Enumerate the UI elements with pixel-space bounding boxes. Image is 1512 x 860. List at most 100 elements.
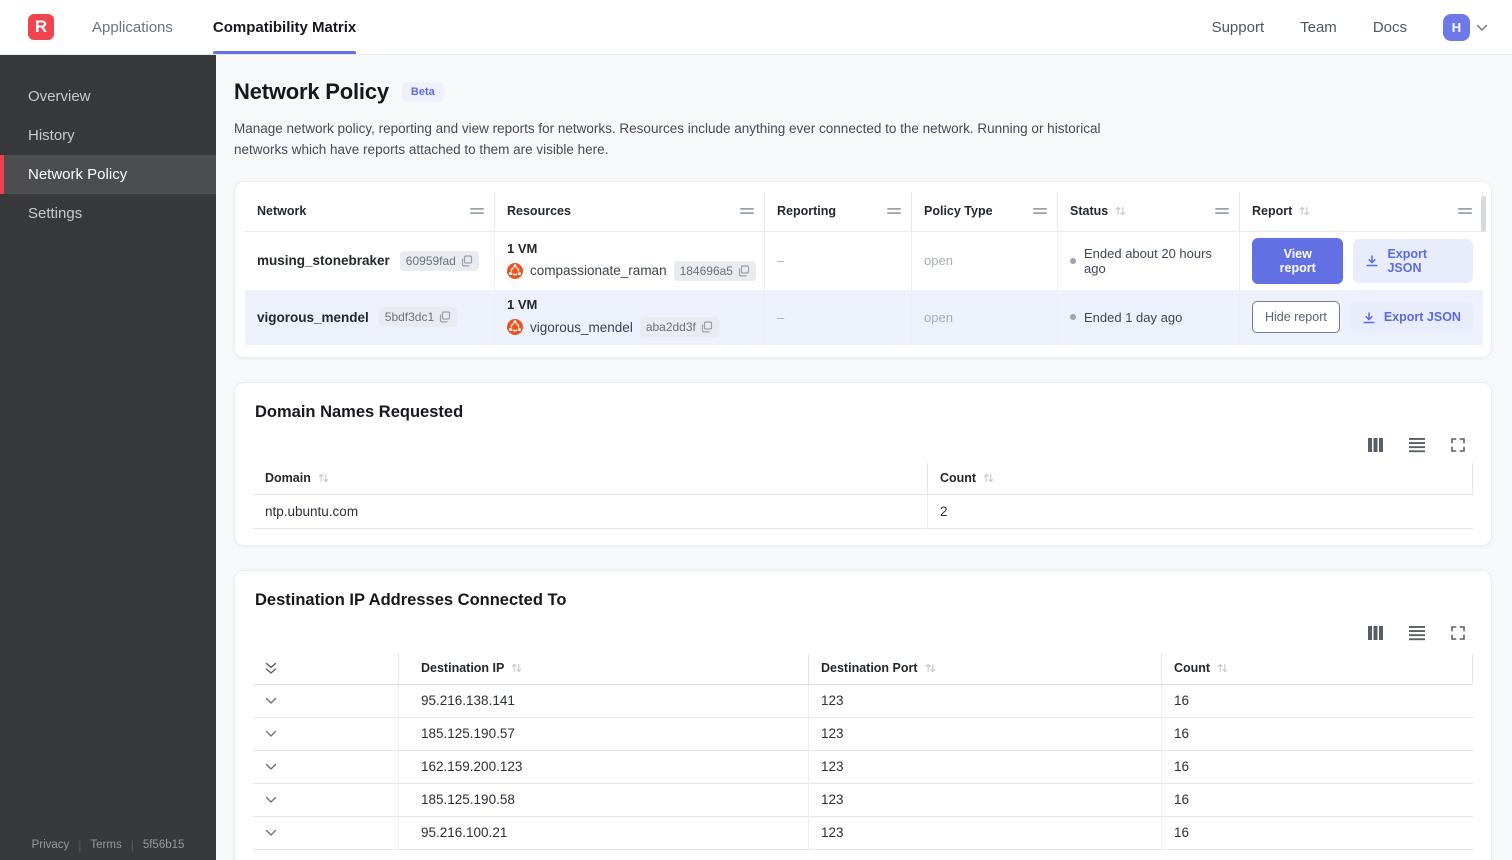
nav-link-team[interactable]: Team xyxy=(1300,19,1337,36)
row-expand-toggle[interactable] xyxy=(253,783,399,817)
network-name-cell: musing_stonebraker 60959fad xyxy=(245,231,495,290)
density-icon[interactable] xyxy=(1409,625,1425,641)
column-header-network[interactable]: Network xyxy=(245,191,495,232)
row-expand-toggle[interactable] xyxy=(253,750,399,784)
destination-ip-cell: 185.125.190.57 xyxy=(399,717,809,751)
column-header-destination-ip[interactable]: Destination IP xyxy=(399,652,809,685)
copy-icon[interactable] xyxy=(439,311,451,323)
download-icon xyxy=(1365,254,1379,267)
destinations-card: Destination IP Addresses Connected To De… xyxy=(234,569,1492,860)
report-cell: Hide report Export JSON xyxy=(1240,289,1483,345)
column-menu-icon[interactable] xyxy=(1215,207,1229,215)
sidebar-item-network-policy[interactable]: Network Policy xyxy=(0,155,216,194)
destination-ip-cell: 162.159.200.123 xyxy=(399,750,809,784)
terms-link[interactable]: Terms xyxy=(90,839,121,851)
avatar: H xyxy=(1443,13,1470,41)
sort-icon[interactable] xyxy=(1299,205,1310,217)
copy-icon[interactable] xyxy=(738,265,750,277)
expand-all-header[interactable] xyxy=(253,652,399,685)
status-cell: Ended 1 day ago xyxy=(1058,289,1240,345)
domains-card: Domain Names Requested Domain Count ntp.… xyxy=(234,381,1492,546)
reporting-cell: – xyxy=(765,231,912,290)
row-expand-toggle[interactable] xyxy=(253,717,399,751)
status-dot xyxy=(1070,257,1076,264)
sort-icon[interactable] xyxy=(925,662,936,674)
copy-icon[interactable] xyxy=(461,255,473,267)
nav-link-docs[interactable]: Docs xyxy=(1373,19,1407,36)
domains-table: Domain Count ntp.ubuntu.com 2 xyxy=(253,462,1473,529)
sort-icon[interactable] xyxy=(983,472,994,484)
column-header-reporting[interactable]: Reporting xyxy=(765,191,912,232)
user-menu[interactable]: H xyxy=(1443,13,1488,41)
network-hash-pill[interactable]: 60959fad xyxy=(399,250,479,271)
view-report-button[interactable]: View report xyxy=(1252,237,1344,284)
page-description: Manage network policy, reporting and vie… xyxy=(234,121,1101,157)
sidebar-item-settings[interactable]: Settings xyxy=(0,194,216,233)
density-icon[interactable] xyxy=(1409,437,1425,453)
row-expand-toggle[interactable] xyxy=(253,684,399,718)
column-menu-icon[interactable] xyxy=(470,207,484,215)
fullscreen-icon[interactable] xyxy=(1451,438,1465,453)
sort-icon[interactable] xyxy=(511,662,522,674)
column-menu-icon[interactable] xyxy=(1458,207,1472,215)
domains-toolbar xyxy=(253,437,1473,453)
column-header-status[interactable]: Status xyxy=(1058,191,1240,232)
main-content: Network Policy Beta Manage network polic… xyxy=(216,55,1512,860)
expand-all-icon[interactable] xyxy=(265,662,277,675)
export-json-button[interactable]: Export JSON xyxy=(1349,302,1473,333)
tab-compatibility-matrix[interactable]: Compatibility Matrix xyxy=(212,0,357,54)
policy-type-cell: open xyxy=(912,289,1058,345)
sidebar-item-overview[interactable]: Overview xyxy=(0,77,216,116)
column-header-policy-type[interactable]: Policy Type xyxy=(912,191,1058,232)
download-icon xyxy=(1362,311,1376,324)
nav-link-support[interactable]: Support xyxy=(1212,19,1265,36)
columns-icon[interactable] xyxy=(1368,438,1383,453)
hide-report-button[interactable]: Hide report xyxy=(1252,301,1340,334)
count-cell: 16 xyxy=(1162,751,1473,784)
privacy-link[interactable]: Privacy xyxy=(32,839,70,851)
column-menu-icon[interactable] xyxy=(740,207,754,215)
resource-hash-pill[interactable]: aba2dd3f xyxy=(639,317,719,338)
reporting-cell: – xyxy=(765,289,912,345)
sort-icon[interactable] xyxy=(1217,662,1228,674)
footer-divider: | xyxy=(130,838,134,852)
destinations-toolbar xyxy=(253,625,1473,641)
top-tabs: Applications Compatibility Matrix xyxy=(92,0,357,54)
fullscreen-icon[interactable] xyxy=(1451,626,1465,641)
destination-port-cell: 123 xyxy=(809,750,1162,784)
network-hash-pill[interactable]: 5bdf3dc1 xyxy=(378,307,458,328)
app-logo[interactable]: R xyxy=(28,14,54,40)
count-cell: 16 xyxy=(1162,817,1473,850)
destination-port-cell: 123 xyxy=(809,684,1162,718)
networks-table: Network Resources Reporting Policy Type … xyxy=(245,191,1483,345)
column-menu-icon[interactable] xyxy=(887,207,901,215)
resource-hash-pill[interactable]: 184696a5 xyxy=(673,260,756,281)
export-json-button[interactable]: Export JSON xyxy=(1353,238,1473,283)
destinations-table: Destination IP Destination Port Count 95… xyxy=(253,652,1473,850)
column-header-resources[interactable]: Resources xyxy=(495,191,765,232)
resources-cell: 1 VM compassionate_raman 184696a5 xyxy=(495,231,765,290)
sidebar: Overview History Network Policy Settings… xyxy=(0,55,216,860)
table-scrollbar[interactable] xyxy=(1481,195,1486,232)
sidebar-item-history[interactable]: History xyxy=(0,116,216,155)
row-expand-toggle[interactable] xyxy=(253,816,399,850)
column-header-destination-port[interactable]: Destination Port xyxy=(809,652,1162,685)
copy-icon[interactable] xyxy=(701,321,713,333)
column-menu-icon[interactable] xyxy=(1033,207,1047,215)
column-header-count[interactable]: Count xyxy=(1162,652,1473,685)
column-header-count[interactable]: Count xyxy=(928,462,1473,495)
destination-port-cell: 123 xyxy=(809,816,1162,850)
destination-ip-cell: 185.125.190.58 xyxy=(399,783,809,817)
tab-applications[interactable]: Applications xyxy=(92,0,173,54)
network-name-cell: vigorous_mendel 5bdf3dc1 xyxy=(245,289,495,345)
column-header-domain[interactable]: Domain xyxy=(253,462,928,495)
report-cell: View report Export JSON xyxy=(1240,232,1483,290)
columns-icon[interactable] xyxy=(1368,626,1383,641)
policy-type-cell: open xyxy=(912,231,1058,290)
sort-icon[interactable] xyxy=(318,472,329,484)
sort-icon[interactable] xyxy=(1115,205,1126,217)
destination-ip-cell: 95.216.100.21 xyxy=(399,816,809,850)
column-header-report[interactable]: Report xyxy=(1240,191,1483,232)
destination-port-cell: 123 xyxy=(809,717,1162,751)
top-navigation-bar: R Applications Compatibility Matrix Supp… xyxy=(0,0,1512,55)
